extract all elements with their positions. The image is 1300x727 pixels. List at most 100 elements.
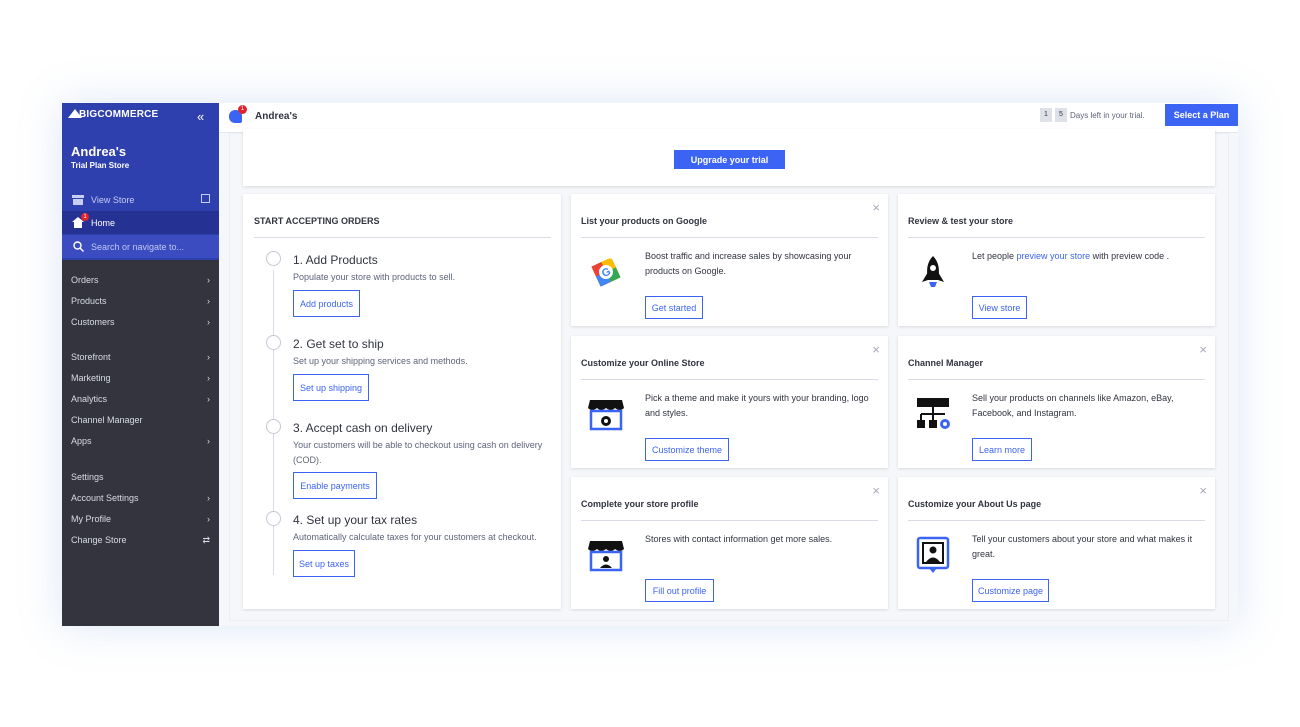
store-profile-card: Complete your store profile × Stores wit…	[571, 477, 888, 609]
nav-label: Account Settings	[71, 493, 139, 503]
search-placeholder: Search or navigate to...	[91, 241, 185, 252]
chevron-right-icon: ›	[207, 296, 210, 306]
collapse-sidebar-icon[interactable]: «	[197, 109, 204, 124]
person-card-icon	[913, 535, 953, 575]
nav-label: Apps	[71, 436, 92, 446]
customize-store-card: Customize your Online Store × Pick a the…	[571, 336, 888, 468]
channel-manager-card: Channel Manager × Sell your products on …	[898, 336, 1215, 468]
get-started-button[interactable]: Get started	[645, 296, 703, 319]
about-us-card: Customize your About Us page × Tell your…	[898, 477, 1215, 609]
fill-out-profile-button[interactable]: Fill out profile	[645, 579, 714, 602]
sidebar: BIGCOMMERCE « Andrea's Trial Plan Store …	[62, 103, 219, 626]
sidebar-item-marketing[interactable]: Marketing ›	[71, 373, 210, 383]
step-title: 2. Get set to ship	[293, 337, 384, 351]
divider	[908, 520, 1205, 521]
step-status-circle	[266, 511, 281, 526]
sidebar-item-storefront[interactable]: Storefront ›	[71, 352, 210, 362]
customize-page-button[interactable]: Customize page	[972, 579, 1049, 602]
divider	[581, 520, 878, 521]
preview-store-link[interactable]: preview your store	[1017, 251, 1091, 261]
card-description: Boost traffic and increase sales by show…	[645, 251, 852, 276]
divider	[581, 237, 878, 238]
sidebar-item-orders[interactable]: Orders ›	[71, 275, 210, 285]
card-title: Complete your store profile	[581, 499, 699, 509]
orders-card-title: START ACCEPTING ORDERS	[254, 216, 380, 226]
sidebar-item-analytics[interactable]: Analytics ›	[71, 394, 210, 404]
app-window: BIGCOMMERCE « Andrea's Trial Plan Store …	[62, 103, 1238, 626]
search-icon	[71, 241, 85, 253]
set-up-taxes-button[interactable]: Set up taxes	[293, 550, 355, 577]
chevron-right-icon: ›	[207, 317, 210, 327]
sidebar-item-view-store[interactable]: View Store	[62, 188, 219, 211]
close-icon[interactable]: ×	[872, 484, 880, 497]
nav-label: Settings	[71, 472, 104, 482]
step-description: Set up your shipping services and method…	[293, 356, 468, 366]
home-label: Home	[91, 217, 116, 228]
chevron-right-icon: ›	[207, 352, 210, 362]
close-icon[interactable]: ×	[872, 343, 880, 356]
sidebar-store-plan: Trial Plan Store	[71, 161, 130, 170]
nav-label: Analytics	[71, 394, 108, 404]
view-store-button[interactable]: View store	[972, 296, 1027, 319]
sidebar-item-account-settings[interactable]: Account Settings ›	[71, 493, 210, 503]
swap-icon: ⇄	[202, 535, 210, 545]
step-description: Automatically calculate taxes for your c…	[293, 532, 537, 542]
google-listing-card: List your products on Google × G Boost t…	[571, 194, 888, 326]
rocket-icon	[913, 252, 953, 292]
close-icon[interactable]: ×	[872, 201, 880, 214]
sidebar-search-input[interactable]: Search or navigate to...	[62, 235, 219, 258]
review-store-card: Review & test your store Let people prev…	[898, 194, 1215, 326]
desc-text: with preview code .	[1090, 251, 1170, 261]
upgrade-trial-button[interactable]: Upgrade your trial	[674, 150, 785, 169]
desc-text: Let people	[972, 251, 1017, 261]
view-store-label: View Store	[91, 194, 135, 205]
card-description: Let people preview your store with previ…	[972, 249, 1197, 264]
nav-label: Orders	[71, 275, 99, 285]
card-title: Customize your About Us page	[908, 499, 1042, 509]
notification-badge: 1	[238, 105, 247, 114]
nav-label: Channel Manager	[71, 415, 143, 425]
sidebar-store-name: Andrea's	[71, 144, 127, 159]
sidebar-item-apps[interactable]: Apps ›	[71, 436, 210, 446]
card-description: Stores with contact information get more…	[645, 534, 833, 544]
sidebar-item-my-profile[interactable]: My Profile ›	[71, 514, 210, 524]
card-title: Channel Manager	[908, 358, 984, 368]
sidebar-item-settings[interactable]: Settings	[71, 472, 210, 482]
card-description: Sell your products on channels like Amaz…	[972, 393, 1174, 418]
chevron-right-icon: ›	[207, 514, 210, 524]
learn-more-button[interactable]: Learn more	[972, 438, 1032, 461]
enable-payments-button[interactable]: Enable payments	[293, 472, 377, 499]
set-up-shipping-button[interactable]: Set up shipping	[293, 374, 369, 401]
storefront-person-icon	[586, 535, 626, 575]
step-description: Populate your store with products to sel…	[293, 272, 456, 282]
card-description: Tell your customers about your store and…	[972, 534, 1193, 559]
close-icon[interactable]: ×	[1199, 343, 1207, 356]
sidebar-item-change-store[interactable]: Change Store ⇄	[71, 535, 210, 546]
trial-banner-card: Upgrade your trial	[243, 129, 1215, 186]
sidebar-item-products[interactable]: Products ›	[71, 296, 210, 306]
sidebar-item-customers[interactable]: Customers ›	[71, 317, 210, 327]
bigcommerce-logo[interactable]: BIGCOMMERCE	[68, 109, 158, 120]
nav-label: Storefront	[71, 352, 111, 362]
logo-text: BIGCOMMERCE	[79, 109, 159, 120]
close-icon[interactable]: ×	[1199, 484, 1207, 497]
step-title: 3. Accept cash on delivery	[293, 421, 433, 435]
trial-days-digit: 5	[1055, 108, 1067, 122]
topbar-store-name: Andrea's	[255, 111, 298, 122]
sidebar-item-home[interactable]: 1 Home	[62, 211, 219, 234]
customize-theme-button[interactable]: Customize theme	[645, 438, 729, 461]
trial-days-text: Days left in your trial.	[1070, 111, 1145, 120]
divider	[581, 379, 878, 380]
channel-network-icon	[913, 394, 953, 434]
notifications-button[interactable]: 1	[229, 105, 247, 124]
add-products-button[interactable]: Add products	[293, 290, 360, 317]
nav-label: Change Store	[71, 535, 127, 545]
chevron-right-icon: ›	[207, 493, 210, 503]
card-title: List your products on Google	[581, 216, 707, 226]
sidebar-item-channel-manager[interactable]: Channel Manager	[71, 415, 210, 425]
select-plan-button[interactable]: Select a Plan	[1165, 104, 1238, 126]
storefront-icon	[71, 194, 85, 206]
trial-days-digit: 1	[1040, 108, 1052, 122]
divider	[254, 237, 551, 238]
nav-label: Marketing	[71, 373, 111, 383]
